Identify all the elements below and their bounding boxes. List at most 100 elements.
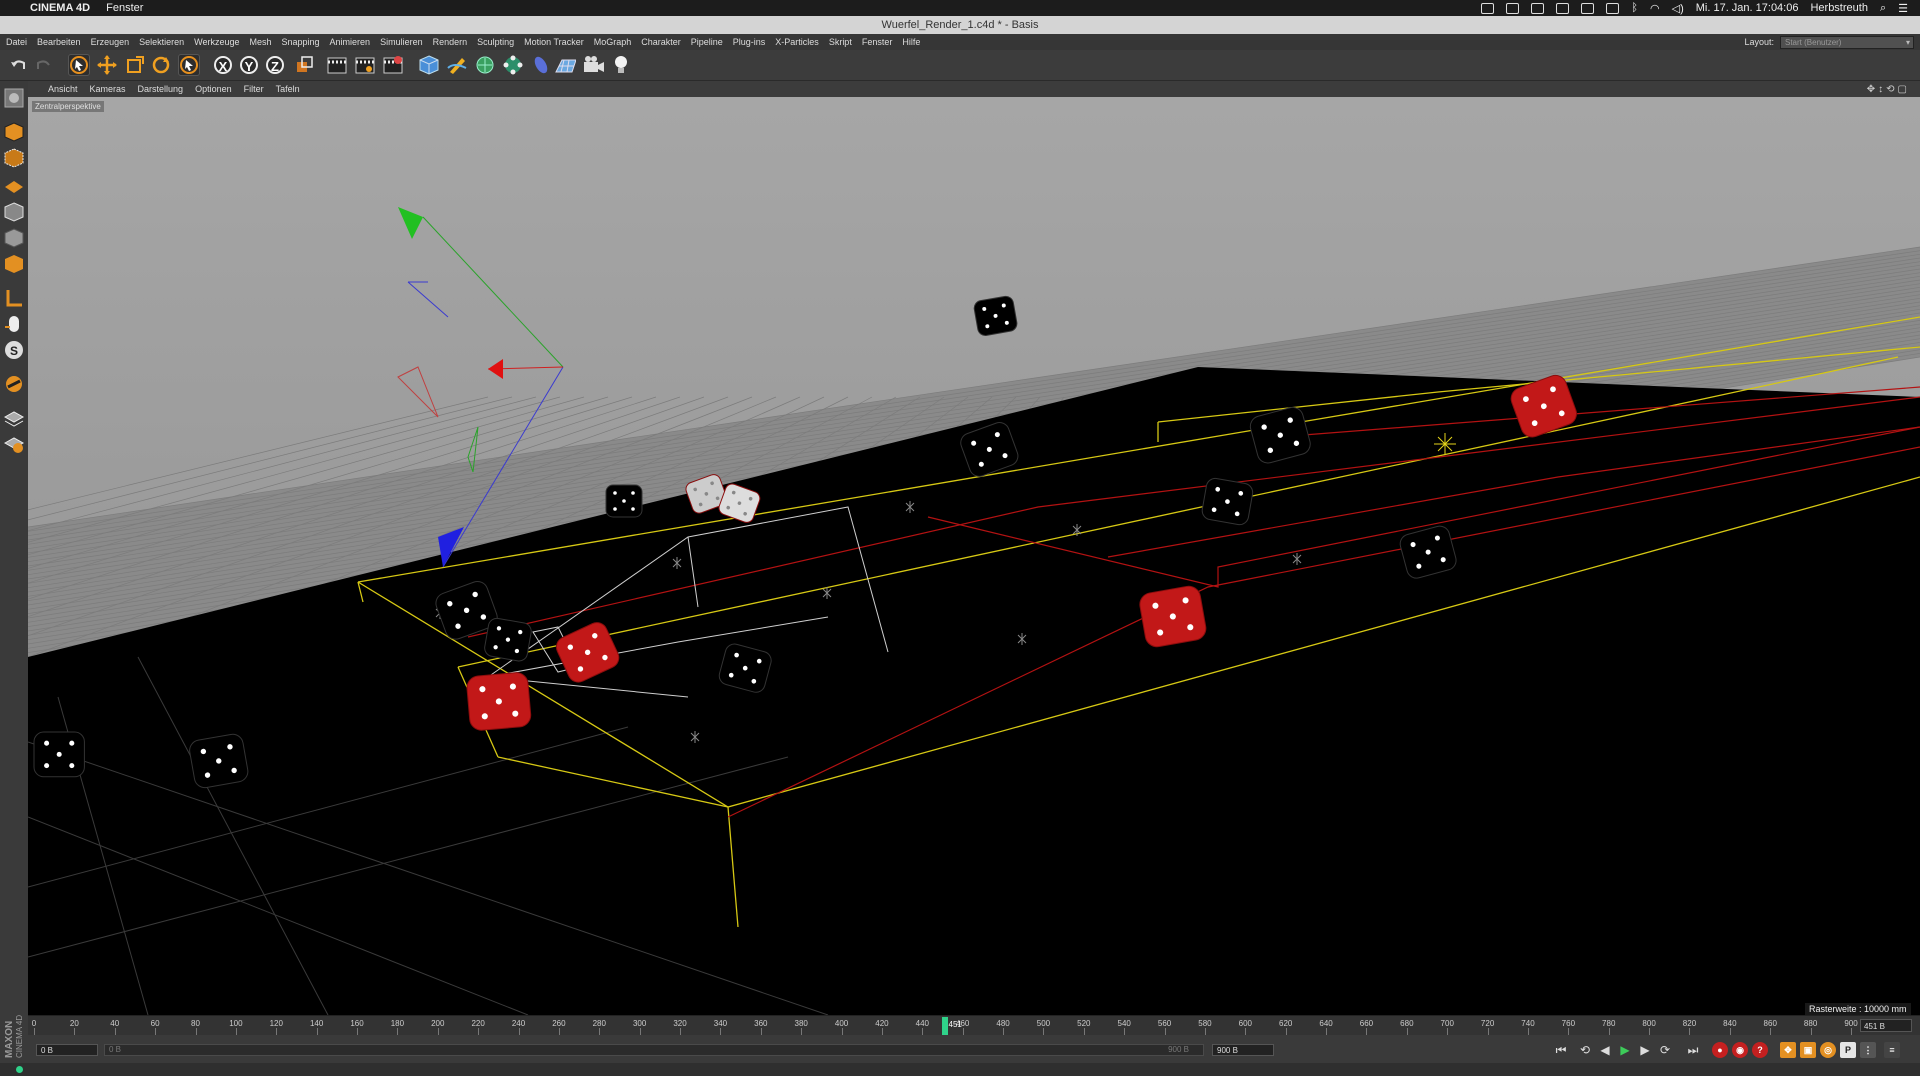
goto-end-icon[interactable]: ⏭: [1684, 1041, 1702, 1059]
parameter-key-icon[interactable]: P: [1840, 1042, 1856, 1058]
menu-item[interactable]: Datei: [6, 37, 27, 47]
menu-item[interactable]: Plug-ins: [733, 37, 766, 47]
timeline-menu-icon[interactable]: ≡: [1884, 1042, 1900, 1058]
menu-item[interactable]: Charakter: [641, 37, 681, 47]
keyframe-selection-icon[interactable]: ?: [1752, 1042, 1768, 1058]
pla-key-icon[interactable]: ⋮: [1860, 1042, 1876, 1058]
menu-item[interactable]: Motion Tracker: [524, 37, 584, 47]
z-axis-lock-icon[interactable]: Z: [266, 56, 284, 74]
next-frame-icon[interactable]: ▶: [1636, 1041, 1654, 1059]
edges-mode-icon[interactable]: [3, 201, 25, 223]
array-icon[interactable]: [502, 54, 524, 76]
move-icon[interactable]: [96, 54, 118, 76]
live-selection-icon[interactable]: [68, 54, 90, 76]
clock[interactable]: Mi. 17. Jan. 17:04:06: [1696, 2, 1799, 14]
goto-start-icon[interactable]: ⏮: [1552, 1041, 1570, 1059]
polygons-mode-icon[interactable]: [3, 227, 25, 249]
timeline-ruler[interactable]: 0 20 40 60 80 100 120 140 160 180 200 220 240 260 280 3…: [28, 1015, 1920, 1036]
mac-menu-fenster[interactable]: Fenster: [106, 2, 143, 14]
menu-item[interactable]: Selektieren: [139, 37, 184, 47]
preview-range-slider[interactable]: 0 B 900 B: [104, 1044, 1204, 1056]
magnet-icon[interactable]: S: [3, 339, 25, 361]
prev-frame-icon[interactable]: ◀: [1596, 1041, 1614, 1059]
end-frame-field[interactable]: 900 B: [1212, 1044, 1274, 1056]
render-settings-icon[interactable]: [382, 54, 404, 76]
menu-item[interactable]: Sculpting: [477, 37, 514, 47]
deformer-icon[interactable]: [530, 54, 552, 76]
menu-item[interactable]: MoGraph: [594, 37, 632, 47]
menu-item[interactable]: Animieren: [330, 37, 371, 47]
floor-icon[interactable]: [554, 54, 576, 76]
menu-item[interactable]: Hilfe: [902, 37, 920, 47]
menu-item[interactable]: Erzeugen: [91, 37, 130, 47]
menu-item[interactable]: Bearbeiten: [37, 37, 81, 47]
status-icon[interactable]: [1481, 2, 1495, 14]
start-frame-field[interactable]: 0 B: [36, 1044, 98, 1056]
time-machine-icon[interactable]: [1606, 2, 1620, 14]
layer-icon[interactable]: [3, 407, 25, 429]
rotation-key-icon[interactable]: ◎: [1820, 1042, 1836, 1058]
render-picture-viewer-icon[interactable]: [354, 54, 376, 76]
viewport-3d[interactable]: [28, 97, 1920, 1015]
notification-center-icon[interactable]: ☰: [1898, 2, 1908, 15]
points-mode-icon[interactable]: [3, 173, 25, 195]
menu-item[interactable]: Skript: [829, 37, 852, 47]
play-icon[interactable]: ▶: [1616, 1041, 1634, 1059]
scale-key-icon[interactable]: ▣: [1800, 1042, 1816, 1058]
tweak-icon[interactable]: [3, 287, 25, 309]
redo-icon[interactable]: [32, 54, 54, 76]
locked-workplane-icon[interactable]: [3, 373, 25, 395]
end-frame-display[interactable]: 451 B: [1860, 1019, 1912, 1032]
recent-tool-icon[interactable]: [178, 54, 200, 76]
model-mode-icon[interactable]: [3, 87, 25, 109]
spotlight-icon[interactable]: ⌕: [1880, 2, 1886, 15]
scale-icon[interactable]: [124, 54, 146, 76]
axis-mode-icon[interactable]: [3, 253, 25, 275]
menu-item[interactable]: Simulieren: [380, 37, 423, 47]
status-icon[interactable]: [1581, 2, 1595, 14]
x-axis-lock-icon[interactable]: X: [214, 56, 232, 74]
user-name[interactable]: Herbstreuth: [1810, 2, 1867, 14]
viewport-menu-darstellung[interactable]: Darstellung: [138, 84, 184, 94]
menu-item[interactable]: Pipeline: [691, 37, 723, 47]
prev-key-icon[interactable]: ⟲: [1576, 1041, 1594, 1059]
render-view-icon[interactable]: [326, 54, 348, 76]
texture-mode-icon[interactable]: [3, 121, 25, 143]
menu-item[interactable]: X-Particles: [775, 37, 819, 47]
ruler[interactable]: 0 20 40 60 80 100 120 140 160 180 200 220 240 260 280 3…: [28, 1016, 1858, 1036]
autokey-icon[interactable]: ◉: [1732, 1042, 1748, 1058]
snap-icon[interactable]: [3, 313, 25, 335]
viewport-nav-icons[interactable]: ✥↕⟲▢: [1867, 84, 1920, 95]
position-key-icon[interactable]: ✥: [1780, 1042, 1796, 1058]
menu-item[interactable]: Snapping: [282, 37, 320, 47]
coordinate-system-icon[interactable]: [294, 54, 316, 76]
wifi-icon[interactable]: ◠: [1650, 2, 1660, 15]
playhead[interactable]: [941, 1017, 948, 1035]
status-icon[interactable]: [1506, 2, 1520, 14]
viewport-menu-optionen[interactable]: Optionen: [195, 84, 232, 94]
next-key-icon[interactable]: ⟳: [1656, 1041, 1674, 1059]
record-icon[interactable]: ●: [1712, 1042, 1728, 1058]
camera-icon[interactable]: [582, 54, 604, 76]
viewport-menu-ansicht[interactable]: Ansicht: [48, 84, 78, 94]
menu-item[interactable]: Rendern: [433, 37, 468, 47]
subdivision-icon[interactable]: [474, 54, 496, 76]
viewport-menu-filter[interactable]: Filter: [244, 84, 264, 94]
light-icon[interactable]: [610, 54, 632, 76]
pen-icon[interactable]: [446, 54, 468, 76]
menu-item[interactable]: Mesh: [249, 37, 271, 47]
menu-item[interactable]: Fenster: [862, 37, 893, 47]
menu-item[interactable]: Werkzeuge: [194, 37, 239, 47]
app-menu[interactable]: CINEMA 4D: [30, 2, 90, 14]
viewport-menu-tafeln[interactable]: Tafeln: [276, 84, 300, 94]
dropbox-icon[interactable]: [1531, 2, 1545, 14]
viewport-menu-kameras[interactable]: Kameras: [90, 84, 126, 94]
cube-icon[interactable]: [418, 54, 440, 76]
undo-icon[interactable]: [8, 54, 30, 76]
layout-select[interactable]: Start (Benutzer): [1780, 35, 1914, 49]
status-icon[interactable]: [1556, 2, 1570, 14]
volume-icon[interactable]: ◁): [1672, 2, 1684, 15]
workplane-icon[interactable]: [3, 147, 25, 169]
layer-icon[interactable]: [3, 433, 25, 455]
bluetooth-icon[interactable]: ᛒ: [1631, 2, 1638, 14]
